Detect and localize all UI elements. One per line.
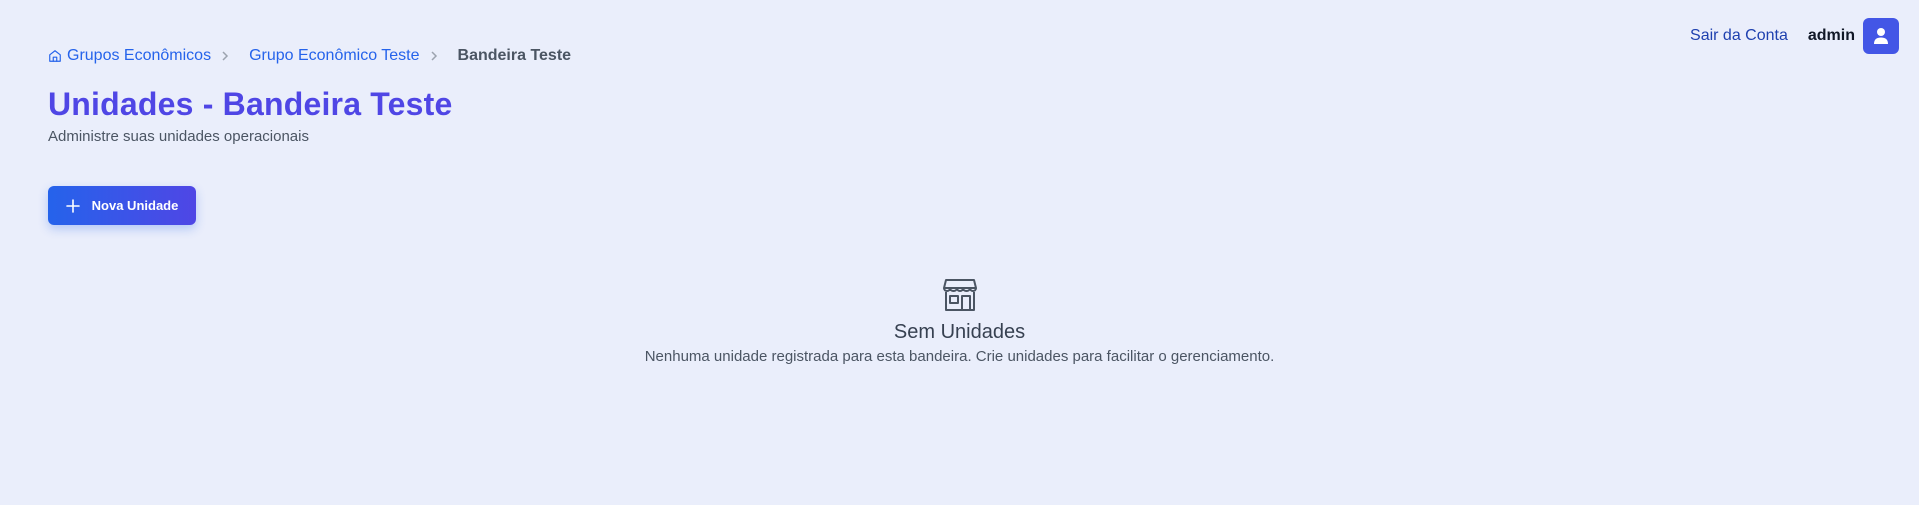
top-bar: Sair da Conta admin — [1690, 18, 1899, 54]
new-unit-button[interactable]: Nova Unidade — [48, 186, 196, 225]
user-icon — [1874, 28, 1888, 44]
user-menu[interactable]: admin — [1808, 18, 1899, 54]
page-title: Unidades - Bandeira Teste — [48, 86, 453, 122]
breadcrumb-label: Grupos Econômicos — [67, 47, 212, 64]
new-unit-label: Nova Unidade — [91, 198, 179, 213]
chevron-right-icon — [430, 51, 438, 61]
empty-state-message: Nenhuma unidade registrada para esta ban… — [644, 348, 1275, 365]
empty-state: Sem Unidades Nenhuma unidade registrada … — [0, 276, 1919, 365]
home-icon — [49, 50, 61, 62]
breadcrumb: Grupos Econômicos Grupo Econômico Teste … — [48, 47, 571, 65]
empty-state-title: Sem Unidades — [893, 321, 1026, 343]
store-icon — [942, 279, 977, 311]
breadcrumb-item-grupos-economicos[interactable]: Grupos Econômicos — [48, 47, 211, 65]
plus-icon — [65, 198, 80, 213]
breadcrumb-item-grupo-economico[interactable]: Grupo Econômico Teste — [249, 47, 419, 65]
chevron-right-icon — [221, 51, 229, 61]
logout-link[interactable]: Sair da Conta — [1690, 27, 1788, 45]
breadcrumb-current: Bandeira Teste — [457, 47, 572, 64]
breadcrumb-label: Grupo Econômico Teste — [249, 47, 420, 64]
page-subtitle: Administre suas unidades operacionais — [48, 128, 309, 145]
username: admin — [1807, 27, 1855, 44]
avatar[interactable] — [1863, 18, 1899, 54]
